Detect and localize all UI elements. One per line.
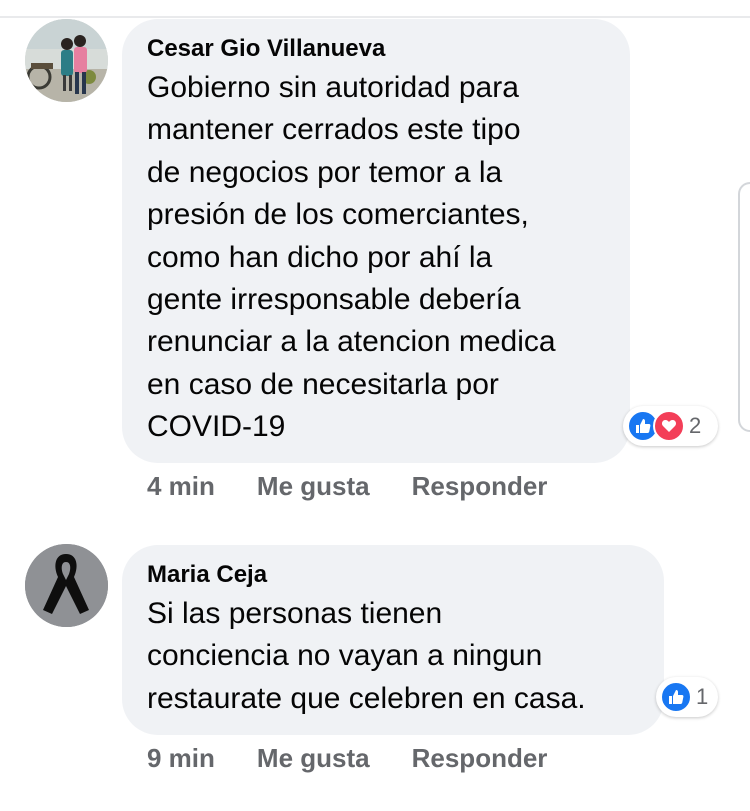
comment-actions: 9 min Me gusta Responder <box>147 743 547 774</box>
side-panel-edge <box>738 182 750 432</box>
comment-time[interactable]: 9 min <box>147 743 215 774</box>
reactions-summary[interactable]: 1 <box>656 677 718 717</box>
avatar[interactable] <box>25 544 108 627</box>
comment-author[interactable]: Cesar Gio Villanueva <box>147 35 604 63</box>
avatar[interactable] <box>25 19 108 102</box>
reply-button[interactable]: Responder <box>412 743 548 774</box>
comment-bubble: Cesar Gio Villanueva Gobierno sin autori… <box>122 19 630 463</box>
love-icon <box>653 410 685 442</box>
like-icon <box>660 681 692 713</box>
reply-button[interactable]: Responder <box>412 471 548 502</box>
couple-photo <box>25 19 108 102</box>
reaction-count: 1 <box>696 684 709 709</box>
comment-bubble: Maria Ceja Si las personas tienen concie… <box>122 545 664 735</box>
comment-time[interactable]: 4 min <box>147 471 215 502</box>
comment-text: Gobierno sin autoridad para mantener cer… <box>147 71 556 444</box>
top-divider <box>0 16 750 18</box>
comment-actions: 4 min Me gusta Responder <box>147 471 547 502</box>
reaction-count: 2 <box>689 413 702 438</box>
comment-text: Si las personas tienen conciencia no vay… <box>147 597 586 715</box>
like-button[interactable]: Me gusta <box>257 743 370 774</box>
comment-author[interactable]: Maria Ceja <box>147 561 638 589</box>
like-button[interactable]: Me gusta <box>257 471 370 502</box>
black-ribbon <box>25 544 108 627</box>
reactions-summary[interactable]: 2 <box>623 406 718 446</box>
